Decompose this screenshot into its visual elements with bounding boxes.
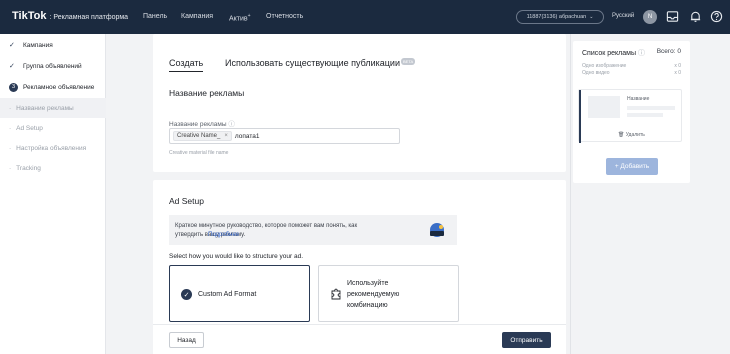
nav-assets[interactable]: Актив+ (229, 13, 251, 22)
sidebar-sub-ad-name[interactable]: · Название рекламы (0, 98, 106, 118)
structure-question: Select how you would like to structure y… (169, 253, 304, 260)
sidebar-sub-tracking[interactable]: · Tracking (0, 158, 106, 178)
step-label: Рекламное объявление (23, 83, 95, 91)
tab-create[interactable]: Создать (169, 58, 204, 72)
dot-icon: · (9, 104, 12, 112)
sidebar-sub-ad-setup[interactable]: · Ad Setup (0, 118, 106, 138)
check-circle-icon: ✓ (181, 289, 192, 300)
ad-name-hint: Creative material file name (169, 150, 229, 156)
ad-count-value: x 0 (674, 70, 681, 76)
ad-thumbnail (588, 96, 620, 118)
trash-icon: 🗑 (618, 132, 625, 138)
puzzle-icon (331, 288, 341, 300)
ad-list-panel: Список рекламы ⓘ Всего: 0 Одно изображен… (573, 41, 690, 183)
creative-name-chip: Creative Name_ × (173, 131, 232, 141)
ad-count-label: Одно изображение (582, 63, 627, 69)
sub-label: Tracking (16, 164, 41, 172)
sub-label: Название рекламы (16, 104, 74, 112)
ad-item-name: Название (627, 96, 650, 102)
step-label: Группа объявлений (23, 62, 82, 70)
selection-bar (579, 90, 581, 143)
section-title-ad-setup: Ad Setup (169, 196, 204, 206)
delete-button[interactable]: 🗑 Удалить (618, 132, 645, 138)
info-icon: ⓘ (228, 121, 235, 128)
ad-name-value: лопата1 (234, 132, 260, 140)
ad-list-item[interactable]: Название 🗑 Удалить (578, 89, 682, 143)
ad-name-card: Создать Использовать существующие публик… (153, 34, 566, 172)
ad-list-total: Всего: 0 (656, 48, 681, 55)
chip-label: Creative Name_ (177, 133, 221, 139)
platform-name: : Рекламная платформа (49, 14, 129, 21)
sub-label: Ad Setup (16, 124, 43, 132)
ad-count-label: Одно видео (582, 70, 610, 76)
bell-icon[interactable] (689, 10, 702, 23)
option-custom-ad-format[interactable]: ✓ Custom Ad Format (169, 265, 310, 322)
top-navigation-bar: TikTok : Рекламная платформа Панель Камп… (0, 0, 730, 34)
submit-button[interactable]: Отправить (502, 332, 551, 348)
tip-text: Краткое минутное руководство, которое по… (175, 223, 358, 238)
ad-name-label-text: Название рекламы (169, 121, 227, 128)
nav-reporting[interactable]: Отчетность (266, 13, 303, 20)
sidebar-step-ad[interactable]: 3 Рекламное объявление (0, 77, 106, 97)
ad-name-input[interactable]: Creative Name_ × лопата1 (169, 128, 400, 144)
delete-label: Удалить (625, 132, 645, 138)
placeholder-line (627, 106, 675, 110)
ad-list-title: Список рекламы ⓘ (582, 48, 645, 58)
chevron-down-icon: ⌄ (589, 14, 594, 20)
option-label-line-1: Используйте (347, 280, 389, 287)
inbox-icon[interactable] (666, 10, 679, 23)
dot-icon: · (9, 164, 12, 172)
dot-icon: · (9, 124, 12, 132)
account-selector[interactable]: 11887(3136) абрасhuan ⌄ (516, 10, 604, 24)
ad-count-value: x 0 (674, 63, 681, 69)
avatar[interactable]: N (643, 10, 657, 24)
language-selector[interactable]: Русский (612, 13, 634, 19)
sidebar-sub-ad-details[interactable]: · Настройка объявления (0, 138, 106, 158)
footer-bar: Назад Отправить (153, 324, 566, 354)
nav-campaign[interactable]: Кампания (181, 13, 213, 20)
ad-list-title-text: Список рекламы (582, 50, 636, 57)
beta-badge: BETA (400, 58, 416, 65)
sub-label: Настройка объявления (16, 144, 87, 152)
check-icon: ✓ (9, 63, 15, 70)
option-label: Custom Ad Format (198, 291, 257, 298)
guide-illustration-icon (430, 223, 444, 237)
nav-assets-sup: + (247, 13, 251, 19)
ad-count-row: Одно видео x 0 (582, 70, 681, 76)
nav-assets-label: Актив (229, 15, 248, 23)
guide-tip: Краткое минутное руководство, которое по… (169, 215, 457, 245)
sidebar-step-adgroup[interactable]: ✓ Группа объявлений (0, 56, 106, 76)
logo-text: TikTok (12, 10, 47, 22)
option-recommended-combination[interactable]: Используйте рекомендуемую комбинацию (318, 265, 459, 322)
option-label-line-2: рекомендуемую (347, 291, 400, 298)
option-label-line-3: комбинацию (347, 302, 388, 309)
info-icon: ⓘ (637, 50, 645, 57)
dot-icon: · (9, 144, 12, 152)
help-icon[interactable] (710, 10, 723, 23)
tab-existing-label: Использовать существующие публикации (225, 58, 400, 68)
close-icon[interactable]: × (224, 133, 228, 139)
section-title-ad-name: Название рекламы (169, 88, 245, 98)
check-icon: ✓ (9, 42, 15, 49)
step-label: Кампания (23, 41, 53, 49)
step-sidebar: ✓ Кампания ✓ Группа объявлений 3 Рекламн… (0, 34, 106, 354)
ad-name-label: Название рекламы ⓘ (169, 118, 235, 128)
placeholder-line (627, 113, 663, 117)
ad-count-row: Одно изображение x 0 (582, 63, 681, 69)
tiktok-logo[interactable]: TikTok : Рекламная платформа (12, 10, 128, 22)
scrollbar[interactable] (570, 34, 571, 354)
sidebar-step-campaign[interactable]: ✓ Кампания (0, 35, 106, 55)
account-name: 11887(3136) абрасhuan (526, 14, 587, 20)
step-number: 3 (9, 82, 18, 92)
add-ad-button[interactable]: + Добавить (606, 158, 658, 175)
nav-dashboard[interactable]: Панель (143, 13, 167, 20)
learn-more-link[interactable]: Подробнее (208, 232, 239, 238)
back-button[interactable]: Назад (169, 332, 204, 348)
tab-existing-posts[interactable]: Использовать существующие публикации BETA (225, 58, 416, 68)
